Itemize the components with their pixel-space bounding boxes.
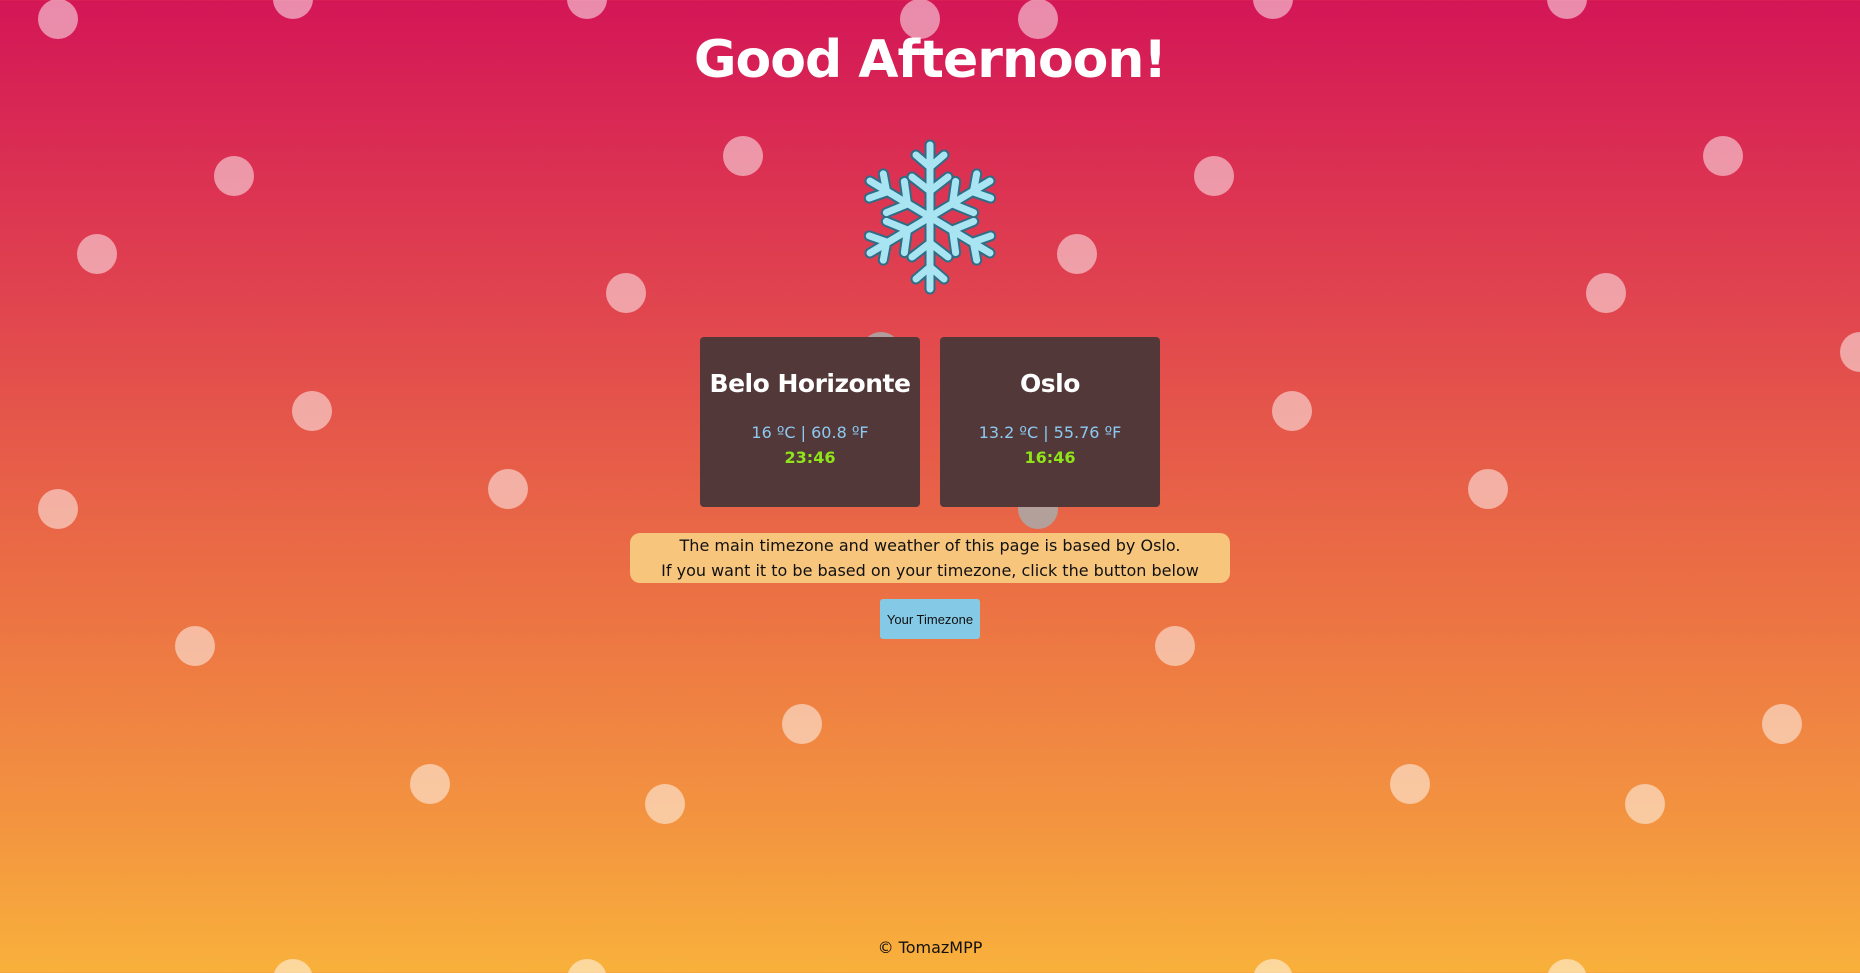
snow-dot <box>1468 469 1508 509</box>
greeting-title: Good Afternoon! <box>693 30 1167 90</box>
snow-dot <box>1194 156 1234 196</box>
your-timezone-button[interactable]: Your Timezone <box>880 599 980 639</box>
city-temperature: 13.2 ºC | 55.76 ºF <box>978 423 1122 442</box>
snow-dot <box>1253 959 1293 973</box>
snowflake-icon <box>864 139 996 295</box>
snow-dot <box>782 704 822 744</box>
snow-dot <box>410 764 450 804</box>
city-card-belo-horizonte: Belo Horizonte 16 ºC | 60.8 ºF 23:46 <box>700 337 920 507</box>
city-name: Oslo <box>1020 369 1080 398</box>
snow-dot <box>292 391 332 431</box>
snow-dot <box>1057 234 1097 274</box>
snow-dot <box>273 0 313 19</box>
snow-dot <box>1703 136 1743 176</box>
snow-dot <box>38 489 78 529</box>
snow-dot <box>273 959 313 973</box>
snow-dot <box>77 234 117 274</box>
snow-dot <box>1762 704 1802 744</box>
city-time: 16:46 <box>1024 448 1076 467</box>
snow-dot <box>488 469 528 509</box>
info-line-1: The main timezone and weather of this pa… <box>679 536 1181 555</box>
snow-dot <box>1155 626 1195 666</box>
city-temperature: 16 ºC | 60.8 ºF <box>751 423 869 442</box>
city-time: 23:46 <box>784 448 836 467</box>
info-line-2: If you want it to be based on your timez… <box>661 561 1199 580</box>
snow-dot <box>1586 273 1626 313</box>
snow-dot <box>1390 764 1430 804</box>
city-card-oslo: Oslo 13.2 ºC | 55.76 ºF 16:46 <box>940 337 1160 507</box>
city-name: Belo Horizonte <box>709 369 911 398</box>
snow-dot <box>1625 784 1665 824</box>
snow-dot <box>606 273 646 313</box>
snow-dot <box>723 136 763 176</box>
snow-dot <box>567 0 607 19</box>
timezone-info-box: The main timezone and weather of this pa… <box>630 533 1230 583</box>
snow-dot <box>175 626 215 666</box>
snow-dot <box>1253 0 1293 19</box>
snow-dot <box>1547 959 1587 973</box>
snow-dot <box>1547 0 1587 19</box>
snow-dot <box>645 784 685 824</box>
footer-copyright: © TomazMPP <box>877 938 983 957</box>
snow-dot <box>1272 391 1312 431</box>
snow-dot <box>1840 332 1860 372</box>
snow-dot <box>214 156 254 196</box>
snow-dot <box>567 959 607 973</box>
